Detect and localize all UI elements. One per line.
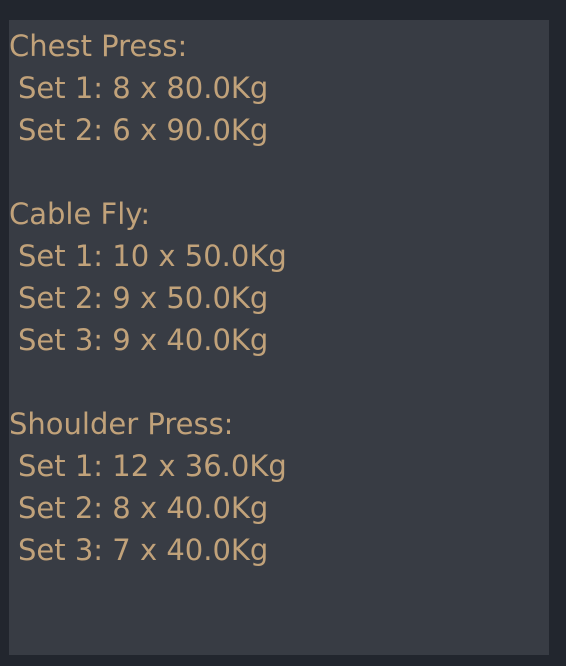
set-line: Set 1: 8 x 80.0Kg	[18, 71, 269, 105]
workout-log-panel: Chest Press: Set 1: 8 x 80.0Kg Set 2: 6 …	[9, 20, 549, 655]
set-line: Set 3: 7 x 40.0Kg	[18, 533, 269, 567]
exercise-title: Cable Fly:	[9, 197, 151, 231]
set-line: Set 2: 9 x 50.0Kg	[18, 281, 269, 315]
set-line: Set 2: 6 x 90.0Kg	[18, 113, 269, 147]
set-line: Set 1: 10 x 50.0Kg	[18, 239, 287, 273]
set-line: Set 3: 9 x 40.0Kg	[18, 323, 269, 357]
set-line: Set 2: 8 x 40.0Kg	[18, 491, 269, 525]
set-line: Set 1: 12 x 36.0Kg	[18, 449, 287, 483]
exercise-title: Shoulder Press:	[9, 407, 234, 441]
exercise-title: Chest Press:	[9, 29, 188, 63]
